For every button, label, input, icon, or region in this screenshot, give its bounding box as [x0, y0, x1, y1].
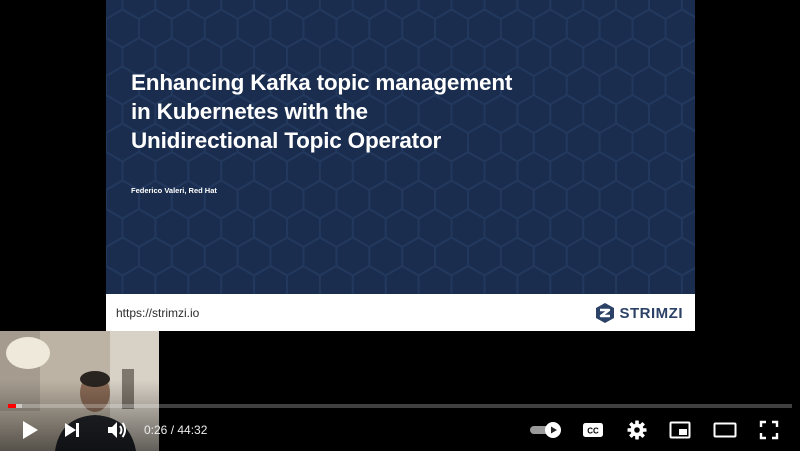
hexagon-shape: [220, 0, 256, 21]
hexagon-shape: [121, 264, 157, 294]
miniplayer-button[interactable]: [666, 418, 694, 442]
hexagon-shape: [648, 264, 683, 294]
hexagon-shape: [516, 264, 552, 294]
hexagon-shape: [253, 264, 288, 294]
hexagon-shape: [106, 0, 124, 21]
hexagon-shape: [483, 264, 519, 294]
hexagon-shape: [417, 0, 453, 21]
theater-mode-button[interactable]: [711, 418, 739, 442]
fullscreen-button[interactable]: [755, 418, 783, 442]
hexagon-shape: [106, 264, 124, 294]
hexagon-shape: [384, 0, 420, 21]
hexagon-shape: [417, 264, 453, 294]
hexagon-shape: [549, 264, 585, 294]
hexagon-shape: [648, 0, 683, 21]
slide-footer: https://strimzi.io STRIMZI: [106, 294, 695, 331]
current-time: 0:26: [144, 423, 168, 437]
play-button[interactable]: [16, 418, 44, 442]
captions-label: CC: [587, 427, 599, 436]
hexagon-shape: [615, 264, 650, 294]
hexagon-shape: [154, 0, 190, 21]
hexagon-shape: [318, 0, 354, 21]
hexagon-shape: [582, 0, 618, 21]
hexagon-shape: [450, 0, 486, 21]
hexagon-shape: [516, 0, 552, 21]
hexagon-shape: [450, 264, 486, 294]
time-separator: /: [167, 423, 178, 437]
slide-title: Enhancing Kafka topic management in Kube…: [131, 68, 651, 155]
slide-author: Federico Valeri, Red Hat: [131, 186, 217, 195]
slide-url: https://strimzi.io: [116, 306, 200, 320]
gear-icon: [627, 420, 647, 440]
video-player[interactable]: Enhancing Kafka topic management in Kube…: [0, 0, 800, 451]
next-icon: [65, 423, 79, 437]
hexagon-shape: [220, 264, 256, 294]
slide-title-line: in Kubernetes with the: [131, 99, 368, 124]
hexagon-shape: [351, 264, 387, 294]
hexagon-shape: [121, 0, 157, 21]
hexagon-shape: [187, 0, 223, 21]
time-display: 0:26 / 44:32: [144, 423, 207, 437]
hexagon-shape: [582, 264, 618, 294]
volume-icon: [108, 422, 126, 438]
miniplayer-icon: [669, 421, 691, 439]
captions-icon: CC: [583, 423, 603, 437]
strimzi-logo-icon: [595, 303, 614, 323]
settings-button[interactable]: [623, 418, 651, 442]
autoplay-toggle-icon: [530, 422, 561, 438]
hexagon-shape: [549, 0, 585, 21]
hexagon-shape: [483, 0, 519, 21]
hexagon-shape: [286, 264, 321, 294]
hexagon-shape: [286, 0, 321, 21]
slide-title-line: Unidirectional Topic Operator: [131, 128, 442, 153]
volume-button[interactable]: [103, 418, 131, 442]
autoplay-toggle[interactable]: [528, 418, 564, 442]
progress-bar[interactable]: [8, 404, 792, 408]
hexagon-shape: [187, 264, 223, 294]
hexagon-shape: [680, 266, 695, 294]
captions-button[interactable]: CC: [579, 418, 607, 442]
fullscreen-icon: [759, 420, 779, 440]
presentation-slide: Enhancing Kafka topic management in Kube…: [106, 0, 695, 331]
hexagon-shape: [318, 264, 354, 294]
play-icon: [23, 421, 38, 439]
hexagon-shape: [384, 264, 420, 294]
hexagon-shape: [351, 0, 387, 21]
hexagon-shape: [615, 0, 650, 21]
strimzi-logo-text: STRIMZI: [619, 304, 683, 322]
next-button[interactable]: [58, 418, 86, 442]
progress-played: [8, 404, 16, 408]
strimzi-logo: STRIMZI: [594, 302, 684, 324]
hexagon-shape: [253, 0, 288, 21]
theater-icon: [713, 422, 737, 438]
slide-title-line: Enhancing Kafka topic management: [131, 70, 513, 95]
duration: 44:32: [177, 423, 208, 437]
hexagon-shape: [154, 264, 190, 294]
